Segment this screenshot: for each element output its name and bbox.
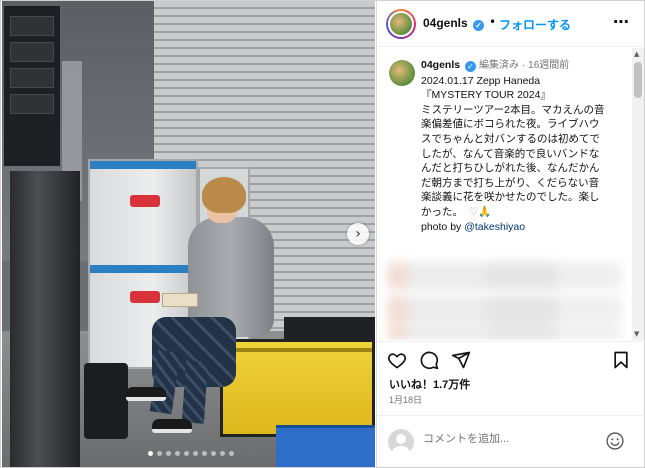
caption-line: したが、なんて音楽的で良いバンドな [421, 147, 600, 160]
photo-person-shoe-left [126, 387, 166, 401]
caption-line: 楽談義に花を咲かせたのでした。楽し [421, 191, 600, 204]
carousel-dot [229, 451, 234, 456]
photo-by-label: photo by [421, 220, 462, 233]
photo-stand-foreground [10, 171, 80, 467]
carousel-dot [220, 451, 225, 456]
verified-badge-icon: ✓ [473, 20, 485, 31]
carousel-dot [157, 451, 162, 456]
avatar [388, 11, 414, 37]
caption-body: 2024.01.17 Zepp Haneda 『MYSTERY TOUR 2024… [421, 74, 627, 220]
post-actions [377, 341, 645, 377]
caption-line: かった。 ♡🙏 [421, 205, 492, 218]
carousel-next-button[interactable]: › [347, 223, 369, 245]
carousel-dot [184, 451, 189, 456]
bookmark-icon[interactable] [611, 350, 631, 370]
post-sidebar: 04genls ✓ • フォローする ⋯ 04genls ✓ 編集済み · 16… [376, 1, 645, 467]
caption-line: スでちゃんと対バンするのは初めてで [421, 132, 601, 145]
header-username-text: 04genls [423, 16, 468, 30]
comment-icon[interactable] [419, 350, 439, 370]
carousel-dot [193, 451, 198, 456]
photo-book [162, 293, 198, 307]
verified-badge-icon: ✓ [465, 61, 477, 72]
caption-line: 『MYSTERY TOUR 2024』 [421, 89, 551, 102]
carousel-dot [166, 451, 171, 456]
caption-scrollbar[interactable]: ▲ ▼ [632, 48, 644, 340]
story-ring-avatar[interactable] [386, 9, 416, 39]
photo-person-leg-right [181, 360, 209, 424]
caption-line: だ朝方まで打ち上がり、くだらない音 [421, 176, 600, 189]
caption-avatar[interactable] [389, 60, 415, 86]
caption-age[interactable]: 16週間前 [528, 60, 569, 71]
header-username[interactable]: 04genls ✓ [423, 16, 485, 31]
chevron-right-icon: › [355, 226, 361, 242]
post-header: 04genls ✓ • フォローする ⋯ [377, 1, 645, 47]
scroll-down-arrow-icon[interactable]: ▼ [634, 330, 639, 338]
follow-button[interactable]: フォローする [499, 16, 571, 33]
carousel-dots [148, 451, 234, 456]
caption-emoji: ♡🙏 [469, 205, 492, 218]
caption: 04genls ✓ 編集済み · 16週間前 2024.01.17 Zepp H… [421, 58, 627, 234]
share-icon[interactable] [451, 350, 471, 370]
caption-scroll-area[interactable]: 04genls ✓ 編集済み · 16週間前 2024.01.17 Zepp H… [377, 48, 645, 340]
caption-line: 2024.01.17 Zepp Haneda [421, 74, 541, 87]
blurred-comment [387, 324, 622, 340]
scroll-up-arrow-icon[interactable]: ▲ [634, 50, 639, 58]
caption-line: ミステリーツアー2本目。マカえんの音 [421, 103, 605, 116]
caption-line: 楽偏差値にボコられた夜。ライブハウ [421, 118, 600, 131]
photo-person-shoe-right [152, 419, 192, 433]
carousel-dot [175, 451, 180, 456]
carousel-dot [211, 451, 216, 456]
header-separator: • [489, 15, 497, 29]
scrollbar-thumb[interactable] [634, 62, 642, 98]
user-avatar [388, 429, 414, 455]
post-date[interactable]: 1月18日 [389, 393, 422, 406]
photo-blue-case [276, 425, 375, 467]
photo-yellow-road-case [220, 339, 375, 437]
emoji-icon[interactable] [605, 431, 625, 451]
comment-input[interactable] [423, 433, 593, 445]
more-options-icon[interactable]: ⋯ [613, 12, 630, 31]
photo-by-mention[interactable]: @takeshiyao [464, 221, 525, 233]
blurred-comment [387, 262, 622, 290]
blurred-comment [387, 296, 622, 324]
caption-line: んだと打ちひしがれた後、なんだかん [421, 162, 600, 175]
comment-bar [377, 415, 645, 467]
photo-equipment-rack [4, 6, 60, 166]
carousel-dot [148, 451, 153, 456]
like-count[interactable]: いいね！1.7万件 [389, 376, 470, 392]
photo-stool [84, 363, 128, 439]
caption-dot: · [521, 60, 526, 71]
caption-username[interactable]: 04genls [421, 59, 460, 71]
heart-icon[interactable] [387, 350, 407, 370]
caption-edited: 編集済み [478, 60, 519, 71]
carousel-dot [202, 451, 207, 456]
photo-person-hair [202, 177, 246, 213]
post-photo[interactable]: › [2, 1, 375, 467]
